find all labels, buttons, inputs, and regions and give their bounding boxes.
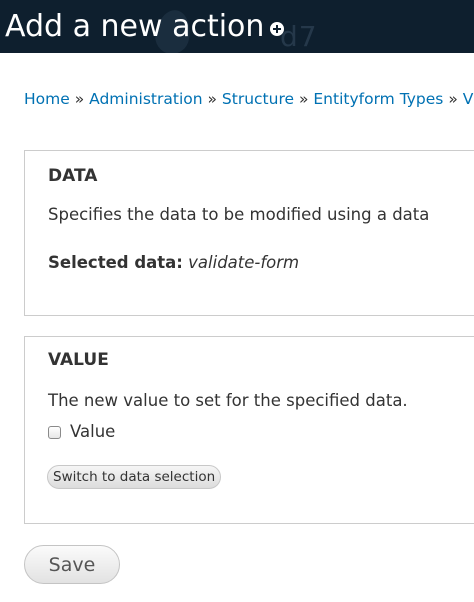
value-checkbox-label[interactable]: Value bbox=[70, 421, 115, 443]
breadcrumb-entityform-types-link[interactable]: Entityform Types bbox=[313, 90, 443, 108]
breadcrumb: Home » Administration » Structure » Enti… bbox=[24, 88, 474, 110]
breadcrumb-structure-link[interactable]: Structure bbox=[222, 90, 294, 108]
breadcrumb-separator: » bbox=[298, 90, 309, 108]
selected-data-line: Selected data: validate-form bbox=[48, 252, 299, 274]
add-shortcut-icon[interactable] bbox=[270, 22, 284, 36]
breadcrumb-separator: » bbox=[74, 90, 85, 108]
breadcrumb-truncated-link[interactable]: V bbox=[463, 90, 474, 108]
value-fieldset: VALUE The new value to set for the speci… bbox=[24, 336, 474, 524]
selected-data-label: Selected data: bbox=[48, 253, 183, 272]
value-fieldset-description: The new value to set for the specified d… bbox=[48, 391, 408, 410]
save-button[interactable]: Save bbox=[24, 545, 120, 584]
switch-to-data-selection-button[interactable]: Switch to data selection bbox=[47, 465, 222, 489]
value-fieldset-legend: VALUE bbox=[48, 350, 109, 370]
page-title: Add a new action bbox=[5, 9, 265, 44]
data-fieldset: DATA Specifies the data to be modified u… bbox=[24, 150, 474, 316]
breadcrumb-home-link[interactable]: Home bbox=[24, 90, 70, 108]
data-fieldset-description: Specifies the data to be modified using … bbox=[48, 205, 430, 224]
value-checkbox[interactable] bbox=[48, 425, 61, 439]
breadcrumb-separator: » bbox=[207, 90, 217, 108]
drupal-version-watermark: d7 bbox=[280, 20, 318, 53]
breadcrumb-separator: » bbox=[448, 90, 458, 108]
page-header: d7 Add a new action bbox=[0, 0, 474, 53]
data-fieldset-legend: DATA bbox=[48, 166, 98, 186]
breadcrumb-administration-link[interactable]: Administration bbox=[89, 90, 202, 108]
value-checkbox-row: Value bbox=[48, 421, 115, 443]
selected-data-value: validate-form bbox=[188, 253, 300, 272]
